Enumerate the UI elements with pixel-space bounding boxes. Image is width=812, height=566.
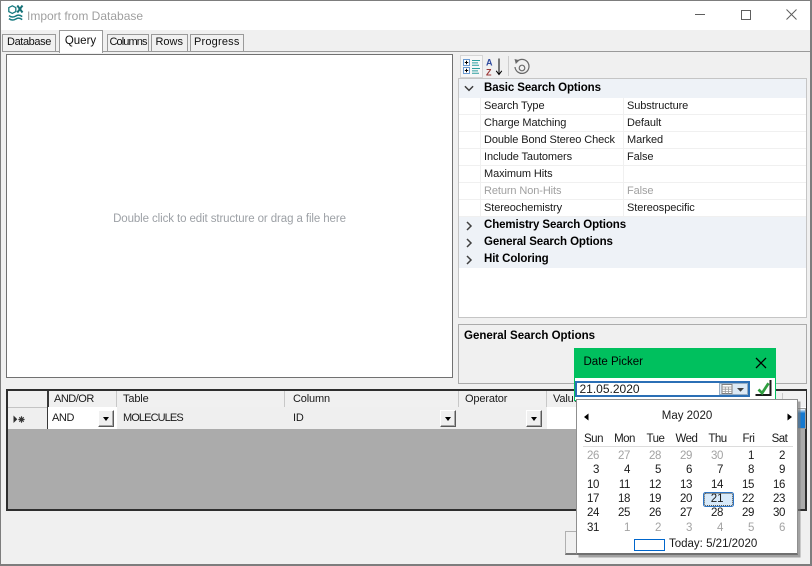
svg-text:Z: Z [486, 68, 492, 78]
svg-text:A: A [486, 58, 493, 68]
